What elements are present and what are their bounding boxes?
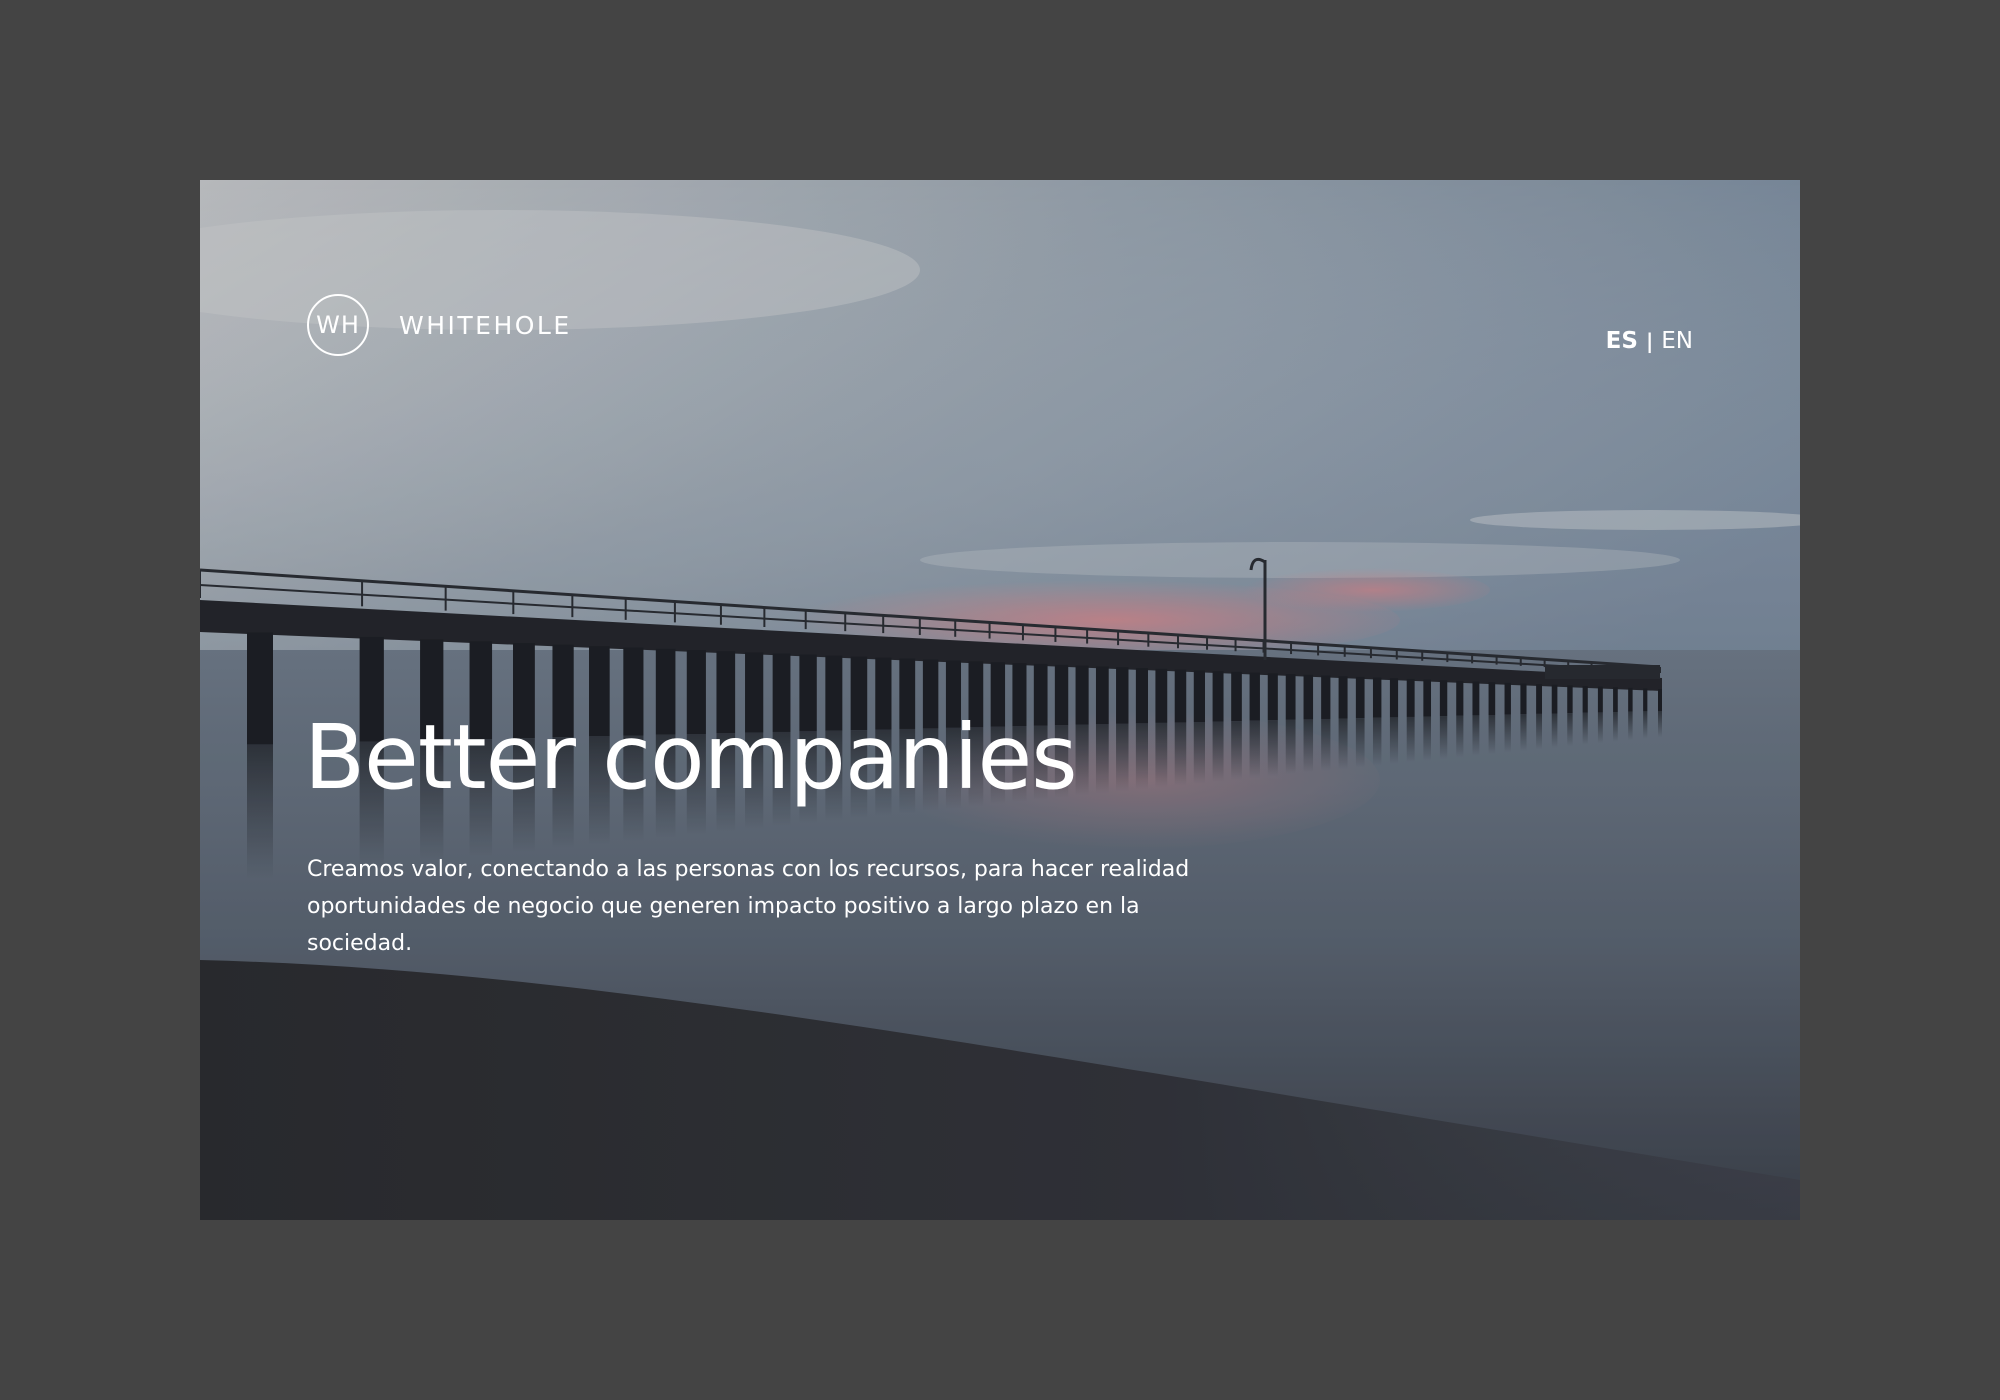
language-es-link[interactable]: ES	[1606, 328, 1638, 354]
language-separator: |	[1645, 329, 1654, 353]
logo-initials: WH	[316, 311, 360, 339]
site-header: WH WHITEHOLE	[307, 294, 572, 356]
hero-headline: Better companies	[304, 705, 1078, 809]
hero-description: Creamos valor, conectando a las personas…	[307, 857, 1190, 956]
brand-name[interactable]: WHITEHOLE	[399, 311, 572, 340]
language-en-link[interactable]: EN	[1661, 328, 1693, 354]
hero-section: WH WHITEHOLE ES | EN Better companies Cr…	[200, 180, 1800, 1220]
language-switcher: ES | EN	[1606, 328, 1693, 354]
logo[interactable]: WH	[307, 294, 369, 356]
